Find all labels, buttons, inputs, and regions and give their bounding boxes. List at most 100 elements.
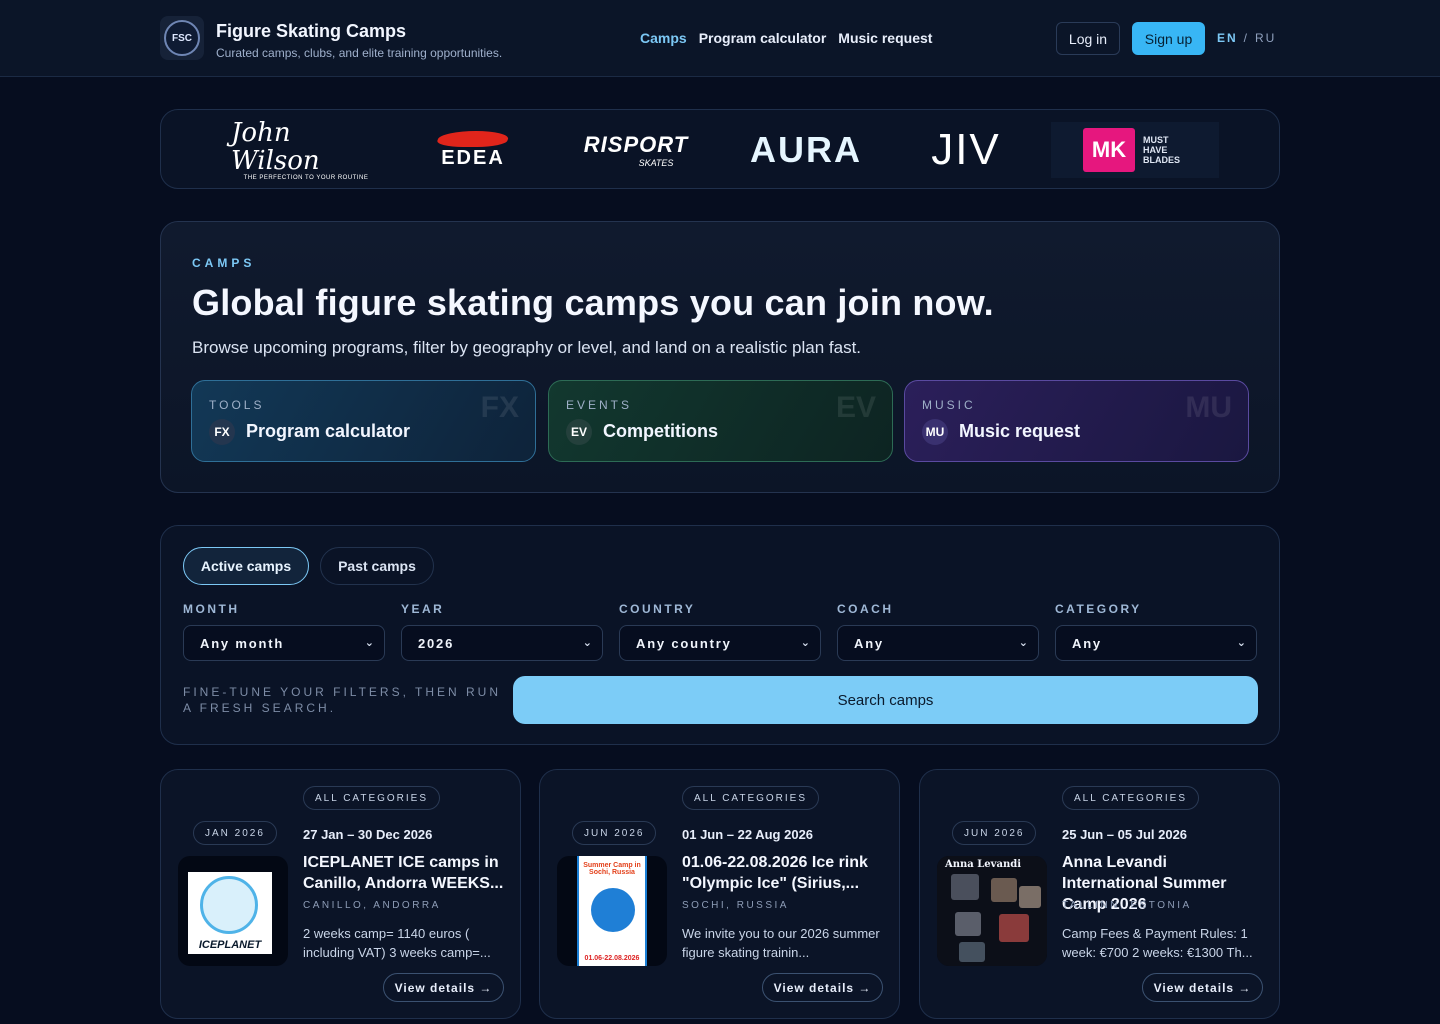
photo-thumbnail xyxy=(991,878,1017,902)
lang-ru[interactable]: RU xyxy=(1255,31,1276,45)
camp-card[interactable]: ALL CATEGORIES JAN 2026 ICEPLANET 27 Jan… xyxy=(160,769,521,1019)
mk-logo-tagline: MUST HAVE BLADES xyxy=(1143,135,1181,165)
nav-music-request[interactable]: Music request xyxy=(838,30,932,46)
logo-emblem-icon: FSC xyxy=(164,20,200,56)
sponsor-risport-logo[interactable]: RISPORT SKATES xyxy=(571,122,701,178)
camp-title[interactable]: 01.06-22.08.2026 Ice rink "Olympic Ice" … xyxy=(682,852,887,894)
filter-hint: FINE-TUNE YOUR FILTERS, THEN RUN A FRESH… xyxy=(183,685,502,715)
tile-program-calculator[interactable]: TOOLS FX Program calculator FX xyxy=(191,380,536,462)
skater-icon xyxy=(591,888,635,932)
chevron-down-icon: ⌄ xyxy=(1236,637,1246,649)
anna-poster-title: Anna Levandi xyxy=(945,859,1022,870)
view-details-button[interactable]: View details → xyxy=(1142,973,1263,1002)
month-chip: JUN 2026 xyxy=(572,821,657,845)
photo-thumbnail xyxy=(959,942,985,962)
hero-subtitle: Browse upcoming programs, filter by geog… xyxy=(192,338,862,357)
photo-thumbnail xyxy=(1019,886,1041,908)
camp-dates: 27 Jan – 30 Dec 2026 xyxy=(303,827,433,842)
brand-title[interactable]: Figure Skating Camps xyxy=(216,21,406,42)
login-button[interactable]: Log in xyxy=(1056,22,1120,55)
filter-label-year: YEAR xyxy=(401,602,445,616)
sochi-poster: Summer Camp in Sochi, Russia 01.06-22.08… xyxy=(577,856,647,966)
wilson-logo-tagline: THE PERFECTION TO YOUR ROUTINE xyxy=(243,175,369,181)
fx-badge-icon: FX xyxy=(209,419,235,445)
camp-image[interactable]: ICEPLANET xyxy=(178,856,288,966)
year-select-value: 2026 xyxy=(418,635,455,651)
tile-competitions[interactable]: EVENTS EV Competitions EV xyxy=(548,380,893,462)
nav-program-calculator[interactable]: Program calculator xyxy=(699,30,827,46)
view-details-button[interactable]: View details → xyxy=(762,973,883,1002)
sochi-poster-title: Summer Camp in Sochi, Russia xyxy=(583,862,641,876)
tile-kicker: EVENTS xyxy=(566,398,633,412)
tab-active-camps[interactable]: Active camps xyxy=(183,547,309,585)
category-chip: ALL CATEGORIES xyxy=(682,786,820,810)
hero-title: Global figure skating camps you can join… xyxy=(192,282,994,323)
tile-label: Competitions xyxy=(603,421,718,441)
year-select[interactable]: 2026 ⌄ xyxy=(401,625,603,661)
camp-description: 2 weeks camp= 1140 euros ( including VAT… xyxy=(303,926,491,960)
wilson-logo-text: John Wilson xyxy=(231,118,320,176)
camp-filters: Active camps Past camps MONTH Any month … xyxy=(160,525,1280,745)
skater-icon xyxy=(200,876,258,934)
camp-location: CANILLO, ANDORRA xyxy=(303,900,441,911)
sponsor-strip: John Wilson THE PERFECTION TO YOUR ROUTI… xyxy=(160,109,1280,189)
filter-label-category: CATEGORY xyxy=(1055,602,1142,616)
camp-dates: 25 Jun – 05 Jul 2026 xyxy=(1062,827,1188,842)
category-select[interactable]: Any ⌄ xyxy=(1055,625,1257,661)
tile-ghost-mark: MU xyxy=(1185,391,1232,424)
iceplanet-logo-text: ICEPLANET xyxy=(198,939,262,951)
nav-camps[interactable]: Camps xyxy=(640,30,687,46)
tile-kicker: MUSIC xyxy=(922,398,976,412)
camp-card[interactable]: ALL CATEGORIES JUN 2026 Summer Camp in S… xyxy=(539,769,900,1019)
chevron-down-icon: ⌄ xyxy=(1018,637,1028,649)
country-select[interactable]: Any country ⌄ xyxy=(619,625,821,661)
chevron-down-icon: ⌄ xyxy=(582,637,592,649)
tile-music-request[interactable]: MUSIC MU Music request MU xyxy=(904,380,1249,462)
filter-label-month: MONTH xyxy=(183,602,240,616)
month-chip: JUN 2026 xyxy=(952,821,1037,845)
mk-logo-mark: MK xyxy=(1083,128,1135,172)
ev-badge-icon: EV xyxy=(566,419,592,445)
camp-image[interactable]: Summer Camp in Sochi, Russia 01.06-22.08… xyxy=(557,856,667,966)
tab-past-camps[interactable]: Past camps xyxy=(320,547,434,585)
tile-label: Music request xyxy=(959,421,1081,441)
photo-thumbnail xyxy=(955,912,981,936)
camp-dates: 01 Jun – 22 Aug 2026 xyxy=(682,827,814,842)
coach-select[interactable]: Any ⌄ xyxy=(837,625,1039,661)
filter-label-country: COUNTRY xyxy=(619,602,696,616)
tile-label: Program calculator xyxy=(246,421,411,441)
top-header: FSC Figure Skating Camps Curated camps, … xyxy=(0,0,1440,77)
sponsor-mk-logo[interactable]: MK MUST HAVE BLADES xyxy=(1051,122,1219,178)
camp-title[interactable]: ICEPLANET ICE camps in Canillo, Andorra … xyxy=(303,852,508,894)
coach-select-value: Any xyxy=(854,635,884,651)
camp-card[interactable]: ALL CATEGORIES JUN 2026 Anna Levandi 25 … xyxy=(919,769,1280,1019)
sponsor-aura-logo[interactable]: AURA xyxy=(741,122,871,178)
chevron-down-icon: ⌄ xyxy=(364,637,374,649)
sponsor-edea-logo[interactable]: EDEA xyxy=(423,122,523,178)
search-camps-button[interactable]: Search camps xyxy=(513,676,1258,724)
camp-location: SOCHI, RUSSIA xyxy=(682,900,789,911)
month-chip: JAN 2026 xyxy=(193,821,277,845)
month-select-value: Any month xyxy=(200,635,285,651)
country-select-value: Any country xyxy=(636,635,732,651)
site-logo[interactable]: FSC xyxy=(160,16,204,60)
tile-ghost-mark: FX xyxy=(480,391,519,424)
month-select[interactable]: Any month ⌄ xyxy=(183,625,385,661)
sponsor-jiv-logo[interactable]: JIV xyxy=(911,122,1021,178)
signup-button[interactable]: Sign up xyxy=(1132,22,1205,55)
camp-description: We invite you to our 2026 summer figure … xyxy=(682,926,880,960)
photo-thumbnail xyxy=(951,874,979,900)
edea-swoosh-icon xyxy=(435,130,511,147)
sochi-poster-dates: 01.06-22.08.2026 xyxy=(584,955,640,962)
hero-panel: CAMPS Global figure skating camps you ca… xyxy=(160,221,1280,493)
camp-image[interactable]: Anna Levandi xyxy=(937,856,1047,966)
category-chip: ALL CATEGORIES xyxy=(303,786,441,810)
camp-location: TALLINN, ESTONIA xyxy=(1062,900,1192,911)
tile-kicker: TOOLS xyxy=(209,398,265,412)
mu-badge-icon: MU xyxy=(922,419,948,445)
lang-en[interactable]: EN xyxy=(1217,31,1238,45)
view-details-button[interactable]: View details → xyxy=(383,973,504,1002)
sponsor-john-wilson-logo[interactable]: John Wilson THE PERFECTION TO YOUR ROUTI… xyxy=(231,118,381,181)
category-select-value: Any xyxy=(1072,635,1102,651)
photo-thumbnail xyxy=(999,914,1029,942)
